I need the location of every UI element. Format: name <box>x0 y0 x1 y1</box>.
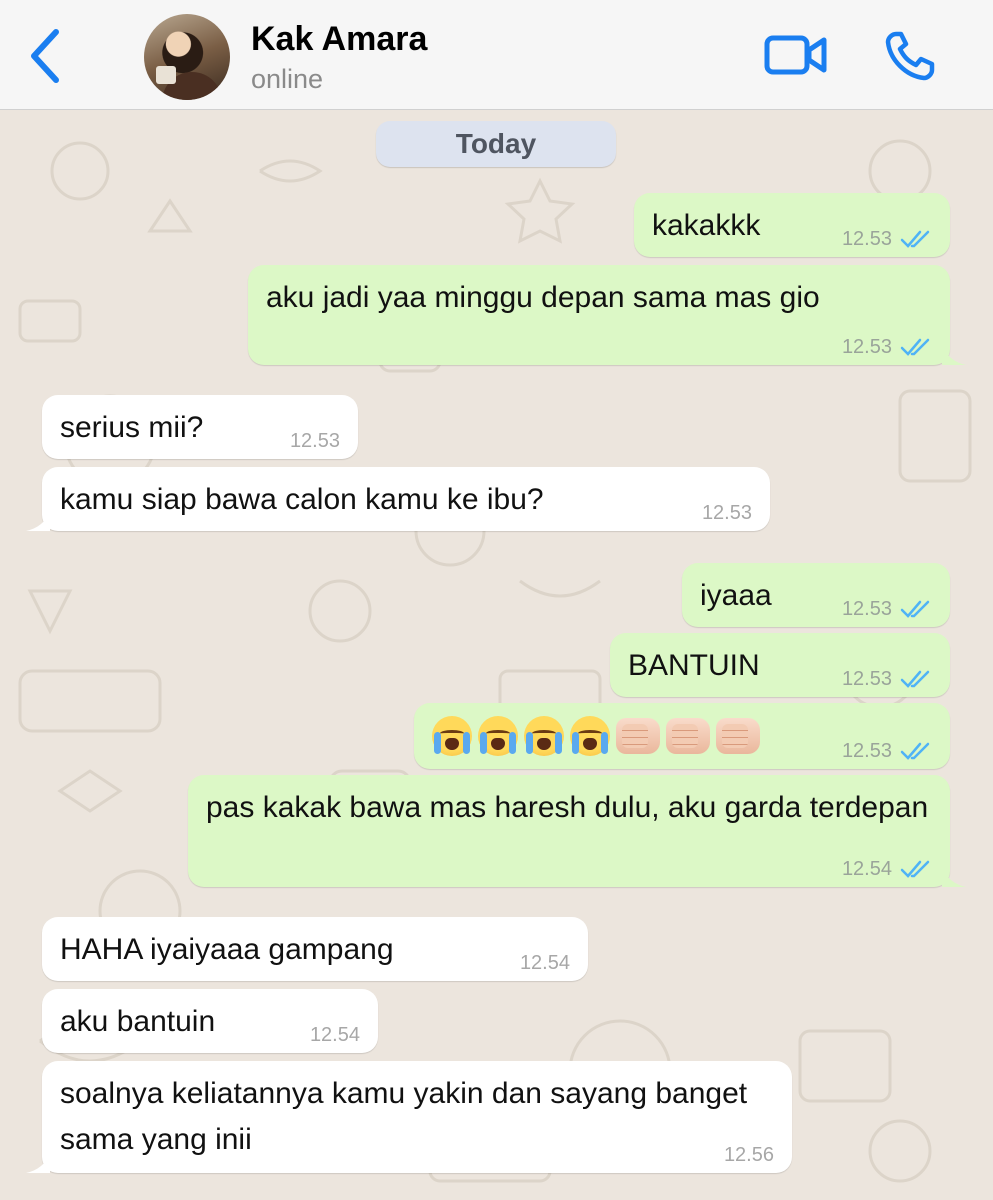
emoji-row <box>432 713 760 759</box>
back-button[interactable] <box>26 26 66 86</box>
message-time: 12.54 <box>519 952 570 974</box>
message-text: HAHA iyaiyaaa gampang <box>60 933 394 966</box>
loudly-crying-face-icon <box>570 716 610 756</box>
message-text: iyaaa <box>700 579 772 612</box>
oncoming-fist-icon <box>616 718 660 754</box>
message-text: kamu siap bawa calon kamu ke ibu? <box>60 483 544 516</box>
message-text: aku jadi yaa minggu depan sama mas gio <box>266 281 820 314</box>
chat-header: Kak Amara online <box>0 0 993 110</box>
message-meta: 12.53 <box>842 335 932 359</box>
message-time: 12.53 <box>841 228 892 250</box>
message-text: kakakkk <box>652 209 761 242</box>
message-time: 12.53 <box>841 740 892 762</box>
message-bubble-outgoing[interactable]: 😭😭😭😭👊🏻👊🏻👊🏻 12.53 <box>414 703 950 769</box>
oncoming-fist-icon <box>666 718 710 754</box>
message-bubble-incoming[interactable]: soalnya keliatannya kamu yakin dan sayan… <box>26 1061 792 1173</box>
message-text: aku bantuin <box>60 1005 216 1038</box>
message-bubble-outgoing[interactable]: aku jadi yaa minggu depan sama mas gio 1… <box>248 265 966 365</box>
message-time: 12.54 <box>309 1024 360 1046</box>
chevron-left-icon <box>31 29 59 83</box>
message-bubble-incoming[interactable]: HAHA iyaiyaaa gampang 12.54 <box>42 917 588 981</box>
video-camera-icon <box>764 35 827 75</box>
phone-icon <box>885 31 935 81</box>
message-meta: 12.53 <box>842 739 932 763</box>
double-check-icon <box>900 230 930 248</box>
loudly-crying-face-icon <box>478 716 518 756</box>
voice-call-button[interactable] <box>884 30 938 82</box>
double-check-icon <box>900 860 930 878</box>
date-separator: Today <box>376 121 616 167</box>
message-time: 12.56 <box>723 1144 774 1166</box>
message-text: soalnya keliatannya kamu yakin dan sayan… <box>60 1077 748 1156</box>
message-time: 12.53 <box>701 502 752 524</box>
bubble-tail <box>26 511 50 531</box>
message-bubble-outgoing[interactable]: pas kakak bawa mas haresh dulu, aku gard… <box>188 775 966 887</box>
message-bubble-incoming[interactable]: kamu siap bawa calon kamu ke ibu? 12.53 <box>26 467 770 531</box>
message-meta: 12.53 <box>842 227 932 251</box>
message-meta: 12.54 <box>520 951 570 975</box>
message-time: 12.53 <box>289 430 340 452</box>
message-meta: 12.53 <box>842 597 932 621</box>
message-meta: 12.54 <box>842 857 932 881</box>
message-time: 12.53 <box>841 668 892 690</box>
bubble-tail <box>942 867 966 887</box>
message-meta: 12.53 <box>842 667 932 691</box>
message-meta: 12.53 <box>290 429 340 453</box>
double-check-icon <box>900 670 930 688</box>
loudly-crying-face-icon <box>524 716 564 756</box>
bubble-tail <box>26 1153 50 1173</box>
message-bubble-outgoing[interactable]: BANTUIN 12.53 <box>610 633 950 697</box>
video-call-button[interactable] <box>764 32 828 78</box>
message-meta: 12.54 <box>310 1023 360 1047</box>
double-check-icon <box>900 338 930 356</box>
message-bubble-incoming[interactable]: aku bantuin 12.54 <box>42 989 378 1053</box>
message-text: serius mii? <box>60 411 204 444</box>
avatar[interactable] <box>144 14 230 100</box>
message-bubble-incoming[interactable]: serius mii? 12.53 <box>42 395 358 459</box>
message-meta: 12.53 <box>702 501 752 525</box>
message-text: pas kakak bawa mas haresh dulu, aku gard… <box>206 791 929 824</box>
message-text: BANTUIN <box>628 649 760 682</box>
contact-name[interactable]: Kak Amara <box>251 20 427 59</box>
message-meta: 12.56 <box>724 1143 774 1167</box>
loudly-crying-face-icon <box>432 716 472 756</box>
message-time: 12.53 <box>841 598 892 620</box>
double-check-icon <box>900 742 930 760</box>
message-bubble-outgoing[interactable]: iyaaa 12.53 <box>682 563 950 627</box>
message-time: 12.54 <box>841 858 892 880</box>
double-check-icon <box>900 600 930 618</box>
bubble-tail <box>942 345 966 365</box>
message-bubble-outgoing[interactable]: kakakkk 12.53 <box>634 193 950 257</box>
message-time: 12.53 <box>841 336 892 358</box>
chat-area[interactable]: Today kakakkk 12.53 aku jadi yaa minggu … <box>0 111 993 1200</box>
oncoming-fist-icon <box>716 718 760 754</box>
contact-status: online <box>251 64 324 94</box>
